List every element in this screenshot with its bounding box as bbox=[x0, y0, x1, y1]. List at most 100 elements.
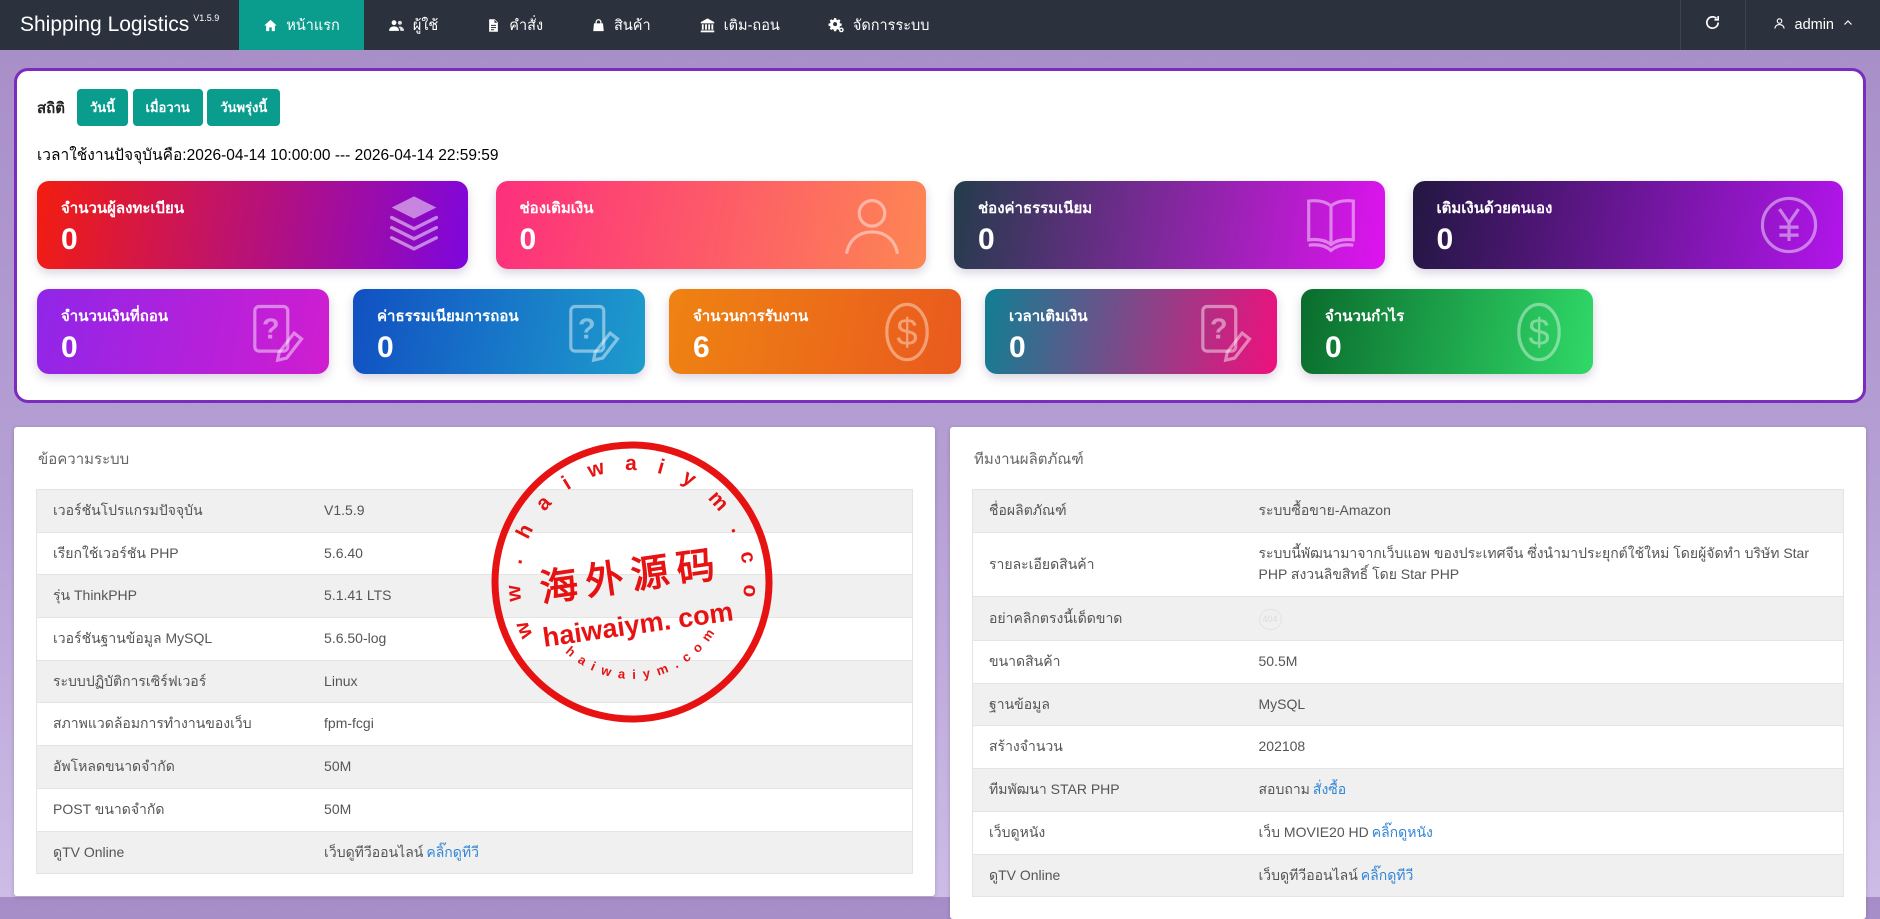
refresh-button[interactable] bbox=[1680, 0, 1745, 50]
menu-item[interactable]: ผู้ใช้ bbox=[364, 0, 462, 50]
row-label: อย่าคลิกตรงนี้เด็ดขาด bbox=[973, 597, 1243, 641]
table-row: เว็บดูหนัง เว็บ MOVIE20 HDคลิ๊กดูหนัง bbox=[973, 811, 1844, 854]
svg-text:?: ? bbox=[578, 313, 596, 345]
row-value-text: 50M bbox=[324, 758, 351, 774]
home-icon bbox=[263, 18, 278, 33]
username: admin bbox=[1795, 17, 1835, 33]
row-value: 50M bbox=[308, 746, 912, 789]
app-logo[interactable]: Shipping Logistics V1.5.9 bbox=[0, 0, 239, 50]
table-row: เวอร์ชันโปรแกรมปัจจุบัน V1.5.9 bbox=[37, 490, 913, 533]
row-link[interactable]: คลิ๊กดูทีวี bbox=[1361, 867, 1414, 883]
menu-item[interactable]: คำสั่ง bbox=[462, 0, 567, 50]
row-value: 5.1.41 LTS bbox=[308, 575, 912, 618]
svg-text:$: $ bbox=[896, 310, 917, 353]
row-value: 50.5M bbox=[1243, 641, 1844, 684]
row-label: สภาพแวดล้อมการทำงานของเว็บ bbox=[37, 703, 309, 746]
row-label: อัพโหลดขนาดจำกัด bbox=[37, 746, 309, 789]
row-value-text: สอบถาม bbox=[1259, 781, 1310, 797]
row-label: ฐานข้อมูล bbox=[973, 683, 1243, 726]
stat-cards-row1: จำนวนผู้ลงทะเบียน 0 ช่องเติมเงิน 0 ช่องค… bbox=[37, 181, 1843, 269]
menu-item-label: จัดการระบบ bbox=[853, 14, 930, 37]
row-label: ขนาดสินค้า bbox=[973, 641, 1243, 684]
menu-item-label: คำสั่ง bbox=[509, 14, 543, 37]
user-menu[interactable]: admin bbox=[1745, 0, 1880, 50]
row-label: ชื่อผลิตภัณฑ์ bbox=[973, 490, 1243, 533]
row-value: MySQL bbox=[1243, 683, 1844, 726]
menu-item[interactable]: จัดการระบบ bbox=[804, 0, 954, 50]
row-link[interactable]: สั่งซื้อ bbox=[1313, 781, 1346, 797]
doc-icon: ? bbox=[557, 298, 625, 366]
filter-button[interactable]: วันพรุ่งนี้ bbox=[207, 89, 280, 126]
row-label: รายละเอียดสินค้า bbox=[973, 532, 1243, 596]
filter-button[interactable]: เมื่อวาน bbox=[133, 89, 203, 126]
menu-item[interactable]: หน้าแรก bbox=[239, 0, 364, 50]
row-value: fpm-fcgi bbox=[308, 703, 912, 746]
menu-item-label: ผู้ใช้ bbox=[413, 14, 438, 37]
stat-card: เติมเงินด้วยตนเอง 0 bbox=[1413, 181, 1844, 269]
svg-text:?: ? bbox=[1210, 313, 1228, 345]
menu-item-label: เติม-ถอน bbox=[724, 14, 780, 37]
stat-card: ค่าธรรมเนียมการถอน 0 ? bbox=[353, 289, 645, 374]
row-value-text: Linux bbox=[324, 673, 357, 689]
row-value-text: เว็บดูทีวีออนไลน์ bbox=[1259, 867, 1358, 883]
filter-buttons: วันนี้ เมื่อวาน วันพรุ่งนี้ bbox=[77, 89, 280, 126]
table-row: ชื่อผลิตภัณฑ์ ระบบซื้อขาย-Amazon bbox=[973, 490, 1844, 533]
panel-title: ข้อความระบบ bbox=[38, 447, 913, 471]
menu-item[interactable]: เติม-ถอน bbox=[675, 0, 804, 50]
table-row: อย่าคลิกตรงนี้เด็ดขาด 404 bbox=[973, 597, 1844, 641]
row-value-text: fpm-fcgi bbox=[324, 715, 374, 731]
gears-icon bbox=[828, 17, 845, 34]
system-info-panel: ข้อความระบบ เวอร์ชันโปรแกรมปัจจุบัน V1.5… bbox=[14, 427, 935, 896]
table-row: อัพโหลดขนาดจำกัด 50M bbox=[37, 746, 913, 789]
row-link[interactable]: คลิ๊กดูหนัง bbox=[1372, 824, 1433, 840]
filter-button[interactable]: วันนี้ bbox=[77, 89, 128, 126]
table-row: สภาพแวดล้อมการทำงานของเว็บ fpm-fcgi bbox=[37, 703, 913, 746]
bank-icon bbox=[699, 17, 716, 34]
row-value-text: V1.5.9 bbox=[324, 502, 364, 518]
table-row: POST ขนาดจำกัด 50M bbox=[37, 788, 913, 831]
row-value-text: ระบบนี้พัฒนามาจากเว็บแอพ ของประเทศจีน ซึ… bbox=[1259, 545, 1810, 583]
refresh-icon bbox=[1704, 14, 1721, 36]
person-icon bbox=[1772, 16, 1787, 35]
row-label: ระบบปฏิบัติการเซิร์ฟเวอร์ bbox=[37, 660, 309, 703]
row-value-text: 5.1.41 LTS bbox=[324, 587, 391, 603]
stat-card: จำนวนเงินที่ถอน 0 ? bbox=[37, 289, 329, 374]
row-label: POST ขนาดจำกัด bbox=[37, 788, 309, 831]
stats-title: สถิติ bbox=[37, 96, 65, 120]
row-label: ดูTV Online bbox=[973, 854, 1243, 897]
stats-panel: สถิติ วันนี้ เมื่อวาน วันพรุ่งนี้ เวลาใช… bbox=[14, 68, 1866, 403]
menu-item[interactable]: สินค้า bbox=[567, 0, 675, 50]
row-value: 5.6.50-log bbox=[308, 618, 912, 661]
stat-cards-row2: จำนวนเงินที่ถอน 0 ? ค่าธรรมเนียมการถอน 0… bbox=[37, 289, 1843, 374]
table-row: ดูTV Online เว็บดูทีวีออนไลน์คลิ๊กดูทีวี bbox=[37, 831, 913, 874]
table-row: ระบบปฏิบัติการเซิร์ฟเวอร์ Linux bbox=[37, 660, 913, 703]
row-label: เวอร์ชันโปรแกรมปัจจุบัน bbox=[37, 490, 309, 533]
book-icon bbox=[1297, 191, 1365, 259]
users-icon bbox=[388, 17, 405, 34]
app-title: Shipping Logistics bbox=[20, 13, 189, 37]
row-value-text: MySQL bbox=[1259, 696, 1306, 712]
svg-text:?: ? bbox=[262, 313, 280, 345]
table-row: รายละเอียดสินค้า ระบบนี้พัฒนามาจากเว็บแอ… bbox=[973, 532, 1844, 596]
stat-card: จำนวนผู้ลงทะเบียน 0 bbox=[37, 181, 468, 269]
system-info-table: เวอร์ชันโปรแกรมปัจจุบัน V1.5.9 เรียกใช้เ… bbox=[36, 489, 913, 874]
row-value: ระบบซื้อขาย-Amazon bbox=[1243, 490, 1844, 533]
row-value: Linux bbox=[308, 660, 912, 703]
navbar-right: admin bbox=[1680, 0, 1880, 50]
current-time-range: เวลาใช้งานปัจจุบันคือ:2026-04-14 10:00:0… bbox=[37, 142, 1843, 167]
doc-icon: ? bbox=[1189, 298, 1257, 366]
row-label: รุ่น ThinkPHP bbox=[37, 575, 309, 618]
row-value: เว็บ MOVIE20 HDคลิ๊กดูหนัง bbox=[1243, 811, 1844, 854]
table-row: เวอร์ชันฐานข้อมูล MySQL 5.6.50-log bbox=[37, 618, 913, 661]
row-label: เว็บดูหนัง bbox=[973, 811, 1243, 854]
row-value-text: 202108 bbox=[1259, 738, 1306, 754]
row-link[interactable]: คลิ๊กดูทีวี bbox=[426, 844, 479, 860]
stat-card: เวลาเติมเงิน 0 ? bbox=[985, 289, 1277, 374]
stat-card: ช่องค่าธรรมเนียม 0 bbox=[954, 181, 1385, 269]
row-value: V1.5.9 bbox=[308, 490, 912, 533]
row-value: 50M bbox=[308, 788, 912, 831]
row-label: ทีมพัฒนา STAR PHP bbox=[973, 769, 1243, 812]
panel-title: ทีมงานผลิตภัณฑ์ bbox=[974, 447, 1844, 471]
badge-404[interactable]: 404 bbox=[1259, 609, 1282, 630]
app-version: V1.5.9 bbox=[193, 13, 219, 23]
